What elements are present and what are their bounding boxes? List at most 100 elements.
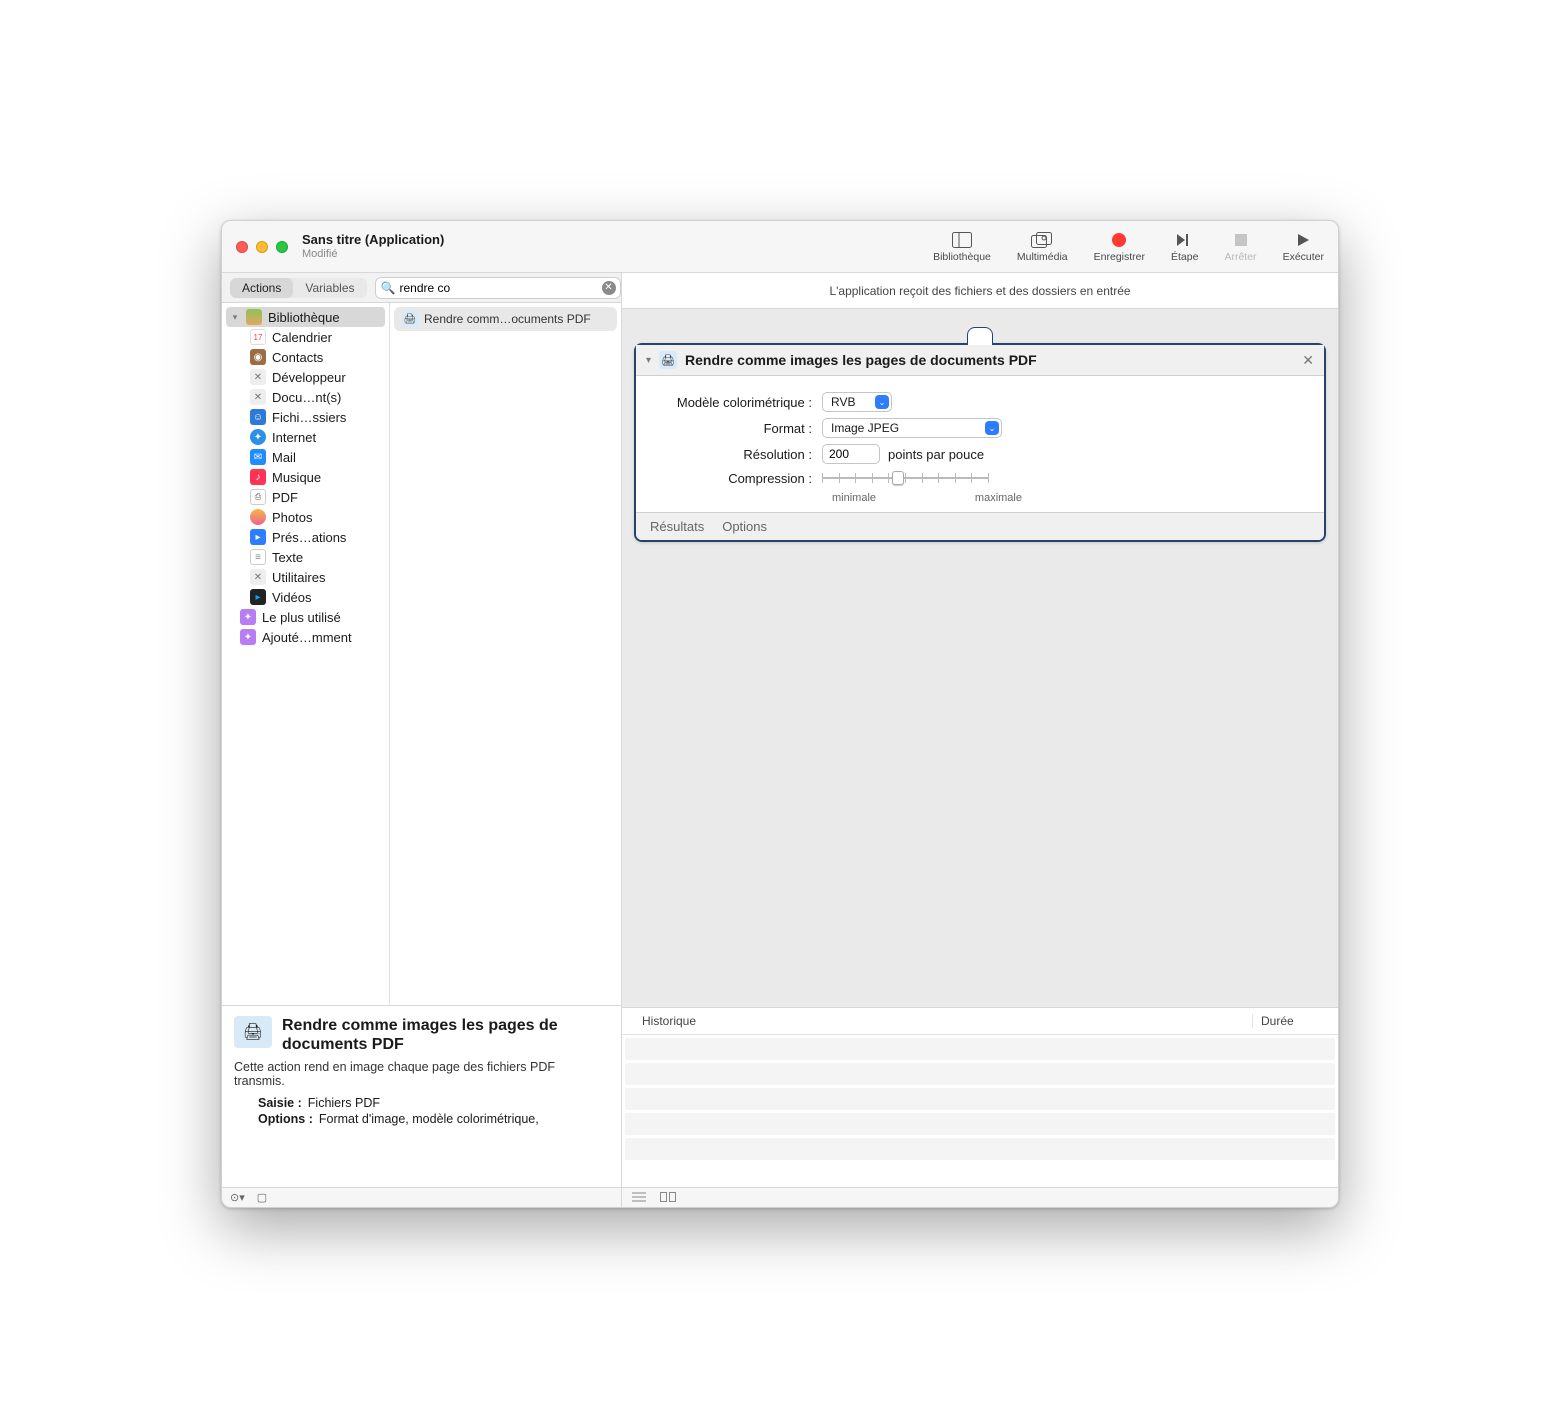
multimedia-icon: [1031, 231, 1053, 249]
view-columns-button[interactable]: [660, 1190, 676, 1205]
library-smart-most-used[interactable]: ✦Le plus utilisé: [222, 607, 389, 627]
tab-variables[interactable]: Variables: [293, 278, 366, 298]
action-results-list[interactable]: 🖨 Rendre comm…ocuments PDF: [390, 303, 621, 1005]
color-model-value: RVB: [831, 395, 855, 409]
action-card-body: Modèle colorimétrique : RVB ⌄ Format : I…: [636, 376, 1324, 512]
format-label: Format :: [652, 421, 822, 436]
log-row-empty: [625, 1113, 1335, 1135]
app-window: Sans titre (Application) Modifié Bibliot…: [221, 220, 1339, 1208]
left-subbar: Actions Variables 🔍 ✕: [222, 273, 621, 303]
log-pane: Historique Durée: [622, 1007, 1338, 1187]
log-col-history[interactable]: Historique: [622, 1014, 1252, 1028]
utilities-icon: ✕: [250, 569, 266, 585]
library-item-pdf[interactable]: ⎙PDF: [222, 487, 389, 507]
compression-slider[interactable]: [822, 470, 988, 486]
library-item-videos[interactable]: ▸Vidéos: [222, 587, 389, 607]
workflow-input-description: L'application reçoit des fichiers et des…: [622, 273, 1338, 309]
smart-folder-icon: ✦: [240, 629, 256, 645]
search-input[interactable]: [375, 277, 621, 299]
compression-label: Compression :: [652, 471, 822, 486]
video-icon: ▸: [250, 589, 266, 605]
color-model-label: Modèle colorimétrique :: [652, 395, 822, 410]
library-item-documents[interactable]: ✕Docu…nt(s): [222, 387, 389, 407]
library-item-calendar[interactable]: 17Calendrier: [222, 327, 389, 347]
library-header[interactable]: ▾ Bibliothèque: [226, 307, 385, 327]
log-row-empty: [625, 1138, 1335, 1160]
toolbar-run-button[interactable]: Exécuter: [1283, 231, 1324, 263]
library-icon: [246, 309, 262, 325]
workflow-panel: L'application reçoit des fichiers et des…: [622, 273, 1338, 1207]
card-options-button[interactable]: Options: [722, 519, 767, 534]
resolution-label: Résolution :: [652, 447, 822, 462]
library-item-utilities[interactable]: ✕Utilitaires: [222, 567, 389, 587]
keynote-icon: ▸: [250, 529, 266, 545]
left-panel: Actions Variables 🔍 ✕ ▾ Bibliothèque: [222, 273, 622, 1207]
card-results-button[interactable]: Résultats: [650, 519, 704, 534]
tab-actions[interactable]: Actions: [230, 278, 293, 298]
library-item-internet[interactable]: ✦Internet: [222, 427, 389, 447]
minimize-window-button[interactable]: [256, 241, 268, 253]
resolution-input[interactable]: [822, 444, 880, 464]
action-card-footer: Résultats Options: [636, 512, 1324, 540]
status-toggle-button[interactable]: ▢: [257, 1191, 267, 1204]
toolbar: Bibliothèque Multimédia Enregistrer Étap…: [933, 231, 1324, 263]
library-item-contacts[interactable]: ◉Contacts: [222, 347, 389, 367]
action-result-label: Rendre comm…ocuments PDF: [424, 312, 591, 326]
action-card-header[interactable]: ▾ 🖨 Rendre comme images les pages de doc…: [636, 345, 1324, 376]
pdf-icon: ⎙: [250, 489, 266, 505]
developer-icon: ✕: [250, 369, 266, 385]
log-row-empty: [625, 1063, 1335, 1085]
mail-icon: ✉: [250, 449, 266, 465]
action-card-render-pdf[interactable]: ▾ 🖨 Rendre comme images les pages de doc…: [634, 343, 1326, 542]
library-tree[interactable]: ▾ Bibliothèque 17Calendrier ◉Contacts ✕D…: [222, 303, 390, 1005]
titlebar: Sans titre (Application) Modifié Bibliot…: [222, 221, 1338, 273]
action-card-title: Rendre comme images les pages de documen…: [685, 352, 1294, 368]
pdf-action-icon: 🖨: [402, 311, 418, 327]
info-pane-description: Cette action rend en image chaque page d…: [234, 1060, 609, 1088]
traffic-lights: [236, 241, 288, 253]
compression-min-label: minimale: [832, 492, 876, 504]
toolbar-multimedia-button[interactable]: Multimédia: [1017, 231, 1068, 263]
compression-max-label: maximale: [975, 492, 1022, 504]
action-info-pane: 🖨 Rendre comme images les pages de docum…: [222, 1005, 621, 1187]
status-menu-button[interactable]: ⊙▾: [230, 1191, 245, 1204]
library-item-text[interactable]: ≡Texte: [222, 547, 389, 567]
workflow-canvas[interactable]: ▾ 🖨 Rendre comme images les pages de doc…: [622, 309, 1338, 1007]
disclosure-triangle-icon[interactable]: ▾: [230, 312, 240, 323]
close-window-button[interactable]: [236, 241, 248, 253]
library-smart-recently-added[interactable]: ✦Ajouté…mment: [222, 627, 389, 647]
step-icon: [1174, 231, 1196, 249]
library-header-label: Bibliothèque: [268, 310, 340, 325]
library-item-developer[interactable]: ✕Développeur: [222, 367, 389, 387]
log-row-empty: [625, 1088, 1335, 1110]
color-model-select[interactable]: RVB ⌄: [822, 392, 892, 412]
disclosure-triangle-icon[interactable]: ▾: [646, 355, 651, 366]
library-item-presentations[interactable]: ▸Prés…ations: [222, 527, 389, 547]
action-card-close-button[interactable]: ✕: [1302, 352, 1314, 369]
library-item-mail[interactable]: ✉Mail: [222, 447, 389, 467]
clear-search-button[interactable]: ✕: [602, 281, 616, 295]
info-input-label: Saisie :: [258, 1096, 302, 1110]
slider-thumb[interactable]: [892, 471, 904, 485]
library-item-photos[interactable]: Photos: [222, 507, 389, 527]
library-item-music[interactable]: ♪Musique: [222, 467, 389, 487]
format-select[interactable]: Image JPEG ⌄: [822, 418, 1002, 438]
search-wrap: 🔍 ✕: [375, 277, 621, 299]
view-list-button[interactable]: [632, 1190, 646, 1205]
toolbar-record-button[interactable]: Enregistrer: [1094, 231, 1145, 263]
left-status-bar: ⊙▾ ▢: [222, 1187, 621, 1207]
toolbar-run-label: Exécuter: [1283, 251, 1324, 263]
action-result-render-pdf-pages[interactable]: 🖨 Rendre comm…ocuments PDF: [394, 307, 617, 331]
zoom-window-button[interactable]: [276, 241, 288, 253]
action-card-icon: 🖨: [659, 351, 677, 369]
toolbar-library-button[interactable]: Bibliothèque: [933, 231, 991, 263]
log-col-duration[interactable]: Durée: [1252, 1014, 1338, 1028]
music-icon: ♪: [250, 469, 266, 485]
toolbar-multimedia-label: Multimédia: [1017, 251, 1068, 263]
library-item-files[interactable]: ☺Fichi…ssiers: [222, 407, 389, 427]
main-body: Actions Variables 🔍 ✕ ▾ Bibliothèque: [222, 273, 1338, 1207]
info-options-label: Options :: [258, 1112, 313, 1126]
info-options-value: Format d'image, modèle colorimétrique,: [319, 1112, 539, 1126]
log-header: Historique Durée: [622, 1008, 1338, 1035]
toolbar-step-button[interactable]: Étape: [1171, 231, 1198, 263]
